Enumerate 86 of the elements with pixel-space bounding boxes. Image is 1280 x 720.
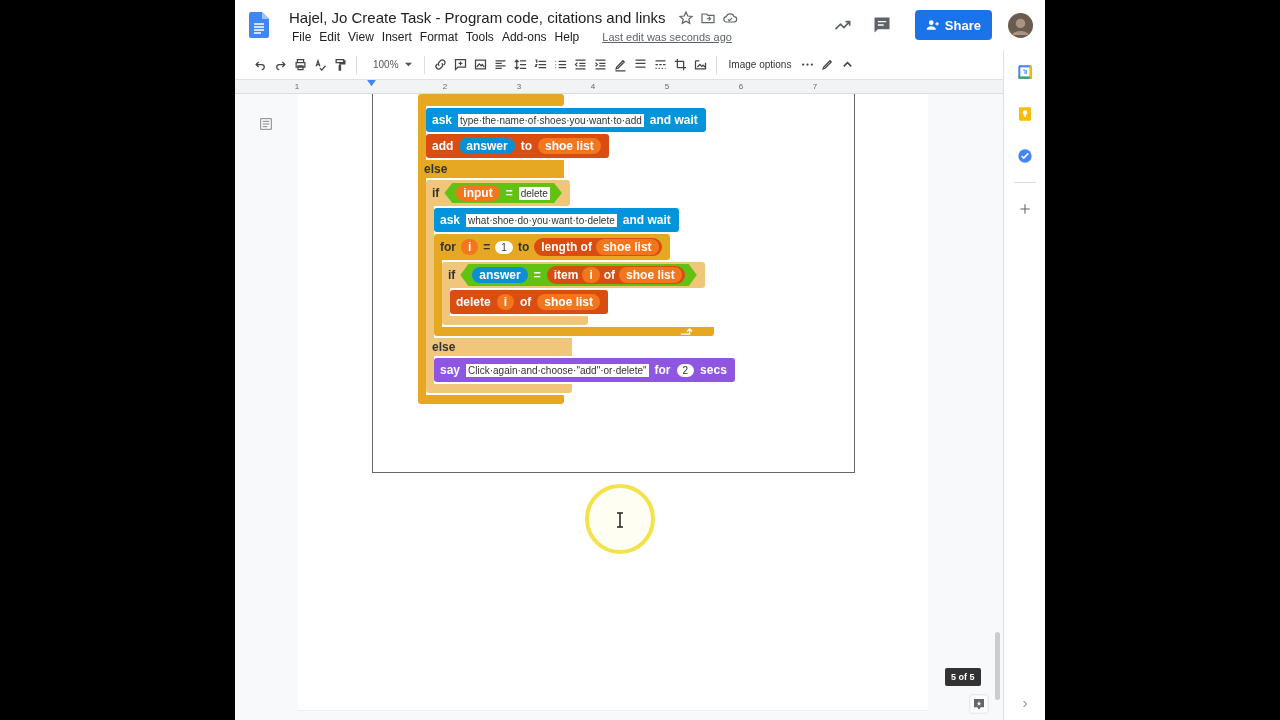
menu-item[interactable]: File <box>289 30 317 44</box>
menu-item[interactable]: View <box>345 30 379 44</box>
ruler-number: 3 <box>516 82 522 91</box>
ruler-number: 7 <box>812 82 818 91</box>
block-keyword: and wait <box>622 213 671 227</box>
scrollbar-thumb[interactable] <box>995 632 1000 700</box>
calendar-icon[interactable] <box>1016 64 1033 80</box>
person-add-icon <box>925 18 940 32</box>
docs-logo-icon[interactable] <box>249 12 269 38</box>
spellcheck-icon[interactable] <box>313 57 328 72</box>
block-keyword: = <box>505 186 513 200</box>
variable-reporter: input <box>456 185 500 201</box>
outline-icon[interactable] <box>258 116 274 132</box>
else-bar: else <box>426 338 572 356</box>
text-slot: what·shoe·do·you·want·to·delete <box>466 213 617 227</box>
reset-image-icon[interactable] <box>692 57 708 72</box>
paint-format-icon[interactable] <box>333 57 348 72</box>
caret-icon <box>403 60 413 69</box>
link-icon[interactable] <box>432 57 448 72</box>
menu-item[interactable]: Add-ons <box>498 30 552 44</box>
block-keyword: add <box>432 139 454 153</box>
block-keyword: of <box>603 268 616 282</box>
text-slot: delete <box>518 186 550 200</box>
menu-item[interactable]: Tools <box>462 30 499 44</box>
block-keyword: delete <box>456 295 491 309</box>
loop-arrow-icon <box>680 328 694 335</box>
add-comment-icon[interactable] <box>452 57 468 72</box>
variable-reporter: i <box>461 239 479 255</box>
menu-item[interactable]: Edit <box>316 30 346 44</box>
decrease-indent-icon[interactable] <box>572 57 588 72</box>
ruler-number: 4 <box>590 82 596 91</box>
menu-item[interactable]: Format <box>416 30 463 44</box>
else-bar: else <box>418 160 564 178</box>
block-keyword: = <box>483 240 491 254</box>
star-icon[interactable] <box>677 9 694 26</box>
text-slot: Click·again·and·choose·"add"·or·delete" <box>466 363 649 377</box>
variable-reporter: shoe list <box>595 239 659 255</box>
block-keyword: length of <box>541 240 592 254</box>
print-icon[interactable] <box>293 57 308 72</box>
number-slot: 1 <box>495 240 513 254</box>
page-counter-tooltip: 5 of 5 <box>945 668 981 686</box>
last-edit-link[interactable]: Last edit was seconds ago <box>602 31 732 43</box>
line-spacing-icon[interactable] <box>512 57 528 72</box>
ruler-number: 1 <box>294 82 300 91</box>
block-keyword: to <box>517 240 530 254</box>
block-keyword: secs <box>700 363 727 377</box>
share-button[interactable]: Share <box>914 10 992 40</box>
block-keyword: for <box>654 363 671 377</box>
crop-icon[interactable] <box>672 57 688 72</box>
avatar[interactable] <box>1008 12 1033 38</box>
variable-reporter: answer <box>459 138 515 154</box>
block-keyword: ask <box>440 213 461 227</box>
explore-icon[interactable] <box>969 694 989 714</box>
variable-reporter: shoe list <box>538 138 601 154</box>
ruler-number: 5 <box>664 82 670 91</box>
block-keyword: for <box>440 240 456 254</box>
indent-marker-icon[interactable] <box>366 80 376 87</box>
increase-indent-icon[interactable] <box>592 57 608 72</box>
block-keyword: say <box>440 363 461 377</box>
block-keyword: ask <box>432 113 453 127</box>
variable-reporter: shoe list <box>537 294 601 310</box>
number-slot: 2 <box>676 363 695 377</box>
menu-item[interactable]: Insert <box>378 30 417 44</box>
block-keyword: to <box>520 139 533 153</box>
block-keyword: and wait <box>649 113 698 127</box>
cursor-highlight-icon <box>583 482 657 556</box>
image-icon[interactable] <box>472 57 488 72</box>
zoom-select[interactable]: 100% <box>373 59 399 70</box>
menu-item[interactable]: Help <box>551 30 585 44</box>
variable-reporter: shoe list <box>619 267 682 283</box>
tasks-check-icon[interactable] <box>1016 148 1033 164</box>
document-title[interactable]: Hajel, Jo Create Task - Program code, citations and links <box>289 9 666 26</box>
ruler-number: 6 <box>738 82 744 91</box>
block-keyword: item <box>553 268 579 282</box>
block-keyword: if <box>448 268 456 282</box>
text-slot: type·the·name·of·shoes·you·want·to·add <box>458 113 644 127</box>
variable-reporter: i <box>582 267 600 283</box>
image-options-button[interactable]: Image options <box>724 59 796 70</box>
pen-icon[interactable] <box>612 57 628 72</box>
variable-reporter: i <box>496 294 515 310</box>
block-keyword: = <box>533 268 541 282</box>
comment-icon[interactable] <box>871 15 892 35</box>
block-keyword: if <box>432 186 440 200</box>
block-keyword: of <box>520 295 532 309</box>
variable-reporter: answer <box>472 267 528 283</box>
ruler-number: 2 <box>442 82 448 91</box>
